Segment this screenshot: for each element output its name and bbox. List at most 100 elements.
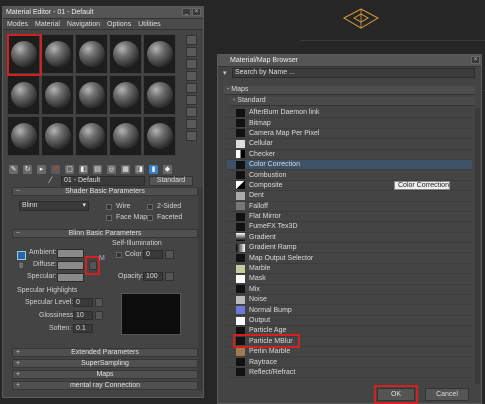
list-item[interactable]: Reflect/Refract (227, 368, 472, 379)
sample-slot[interactable] (7, 116, 40, 156)
sample-slot[interactable] (109, 34, 142, 74)
make-unique-icon[interactable]: ◧ (79, 164, 88, 174)
specular-level-field[interactable]: 0 (73, 298, 93, 307)
ambient-color-swatch[interactable] (57, 249, 84, 258)
menu-navigation[interactable]: Navigation (67, 21, 100, 28)
glossiness-map-button[interactable] (95, 311, 103, 320)
diffuse-color-swatch[interactable] (57, 261, 84, 270)
list-item[interactable]: Falloff (227, 202, 472, 212)
make-copy-icon[interactable]: ▢ (65, 164, 74, 174)
material-navigator-icon[interactable] (186, 131, 197, 141)
cancel-button[interactable]: Cancel (425, 388, 469, 401)
background-icon[interactable] (186, 59, 197, 69)
lock-ambient-diffuse-icon[interactable] (17, 251, 26, 260)
opacity-field[interactable]: 100 (143, 272, 163, 281)
go-to-parent-icon[interactable]: ▮ (149, 164, 158, 174)
maps-rollout[interactable]: + Maps (12, 370, 198, 379)
put-to-library-icon[interactable]: ▤ (93, 164, 102, 174)
minimize-button[interactable]: _ (182, 8, 191, 16)
sample-slot[interactable] (41, 75, 74, 115)
sample-slot[interactable] (109, 75, 142, 115)
reset-map-icon[interactable]: ✕ (51, 164, 60, 174)
list-item[interactable]: Bitmap (227, 118, 472, 129)
opacity-map-button[interactable] (165, 272, 174, 281)
shader-basic-rollout-header[interactable]: − Shader Basic Parameters (12, 187, 198, 196)
material-type-button[interactable]: Standard (149, 176, 193, 186)
browser-search-input[interactable]: Search by Name ... (232, 68, 475, 78)
list-item[interactable]: Mask (227, 274, 472, 285)
sample-type-icon[interactable] (186, 35, 197, 45)
get-material-icon[interactable]: ✎ (9, 164, 18, 174)
sample-slot[interactable] (75, 75, 108, 115)
show-end-result-icon[interactable]: ◨ (135, 164, 144, 174)
list-item[interactable]: Dent (227, 191, 472, 202)
blinn-basic-rollout-header[interactable]: − Blinn Basic Parameters (12, 229, 198, 238)
options-icon[interactable] (186, 107, 197, 117)
extended-parameters-rollout[interactable]: + Extended Parameters (12, 348, 198, 357)
show-map-icon[interactable]: ▦ (121, 164, 130, 174)
list-item[interactable]: Perlin Marble (227, 347, 472, 358)
uv-tiling-icon[interactable] (186, 71, 197, 81)
wire-checkbox[interactable] (106, 204, 112, 210)
list-item[interactable]: Checker (227, 150, 472, 160)
menu-options[interactable]: Options (107, 21, 131, 28)
list-item-selected[interactable]: Color Correction (227, 159, 472, 171)
sample-slot[interactable] (109, 116, 142, 156)
list-item[interactable]: Map Output Selector (227, 253, 472, 264)
list-item[interactable]: FumeFX Tex3D (227, 222, 472, 233)
list-item[interactable]: Gradient Ramp (227, 243, 472, 254)
soften-field[interactable]: 0.1 (73, 324, 93, 333)
list-item[interactable]: Noise (227, 295, 472, 306)
list-item[interactable]: Gradient (227, 233, 472, 244)
material-editor-titlebar[interactable]: Material Editor - 01 - Default (3, 7, 203, 19)
browser-titlebar[interactable]: Material/Map Browser (218, 55, 481, 67)
light-object-icon[interactable] (340, 6, 382, 32)
browser-close-button[interactable]: × (471, 56, 480, 64)
sample-slot[interactable] (75, 116, 108, 156)
list-item[interactable]: Normal Bump (227, 305, 472, 316)
menu-material[interactable]: Material (35, 21, 60, 28)
list-item[interactable]: Combustion (227, 170, 472, 181)
video-color-check-icon[interactable] (186, 83, 197, 93)
list-item[interactable]: Flat Mirror (227, 212, 472, 223)
sample-slot[interactable] (41, 116, 74, 156)
map-lock-icon[interactable]: M (99, 255, 105, 262)
specular-color-swatch[interactable] (57, 273, 84, 282)
assign-to-selection-icon[interactable]: ▸ (37, 164, 46, 174)
sample-slot[interactable] (143, 116, 176, 156)
sample-slot[interactable] (41, 34, 74, 74)
material-name-field[interactable]: 01 - Default (61, 176, 145, 186)
two-sided-checkbox[interactable] (147, 204, 153, 210)
supersampling-rollout[interactable]: + SuperSampling (12, 359, 198, 368)
glossiness-field[interactable]: 10 (73, 311, 93, 320)
sample-slot[interactable] (7, 75, 40, 115)
self-illum-color-checkbox[interactable] (116, 252, 122, 258)
specular-level-map-button[interactable] (95, 298, 103, 307)
shader-dropdown[interactable]: Blinn ▾ (19, 201, 89, 211)
list-item[interactable]: Marble (227, 264, 472, 275)
browser-scrollbar[interactable] (475, 108, 480, 384)
self-illum-map-button[interactable] (165, 250, 174, 259)
face-map-checkbox[interactable] (106, 215, 112, 221)
select-by-material-icon[interactable] (186, 119, 197, 129)
material-editor-scrollbar[interactable] (198, 187, 203, 391)
self-illum-value-field[interactable]: 0 (143, 250, 163, 259)
make-preview-icon[interactable] (186, 95, 197, 105)
sample-slot[interactable] (143, 34, 176, 74)
browser-options-icon[interactable]: ▾ (223, 69, 231, 77)
go-forward-sibling-icon[interactable]: ◆ (163, 164, 172, 174)
list-item[interactable]: Mix (227, 285, 472, 296)
list-item[interactable]: Camera Map Per Pixel (227, 129, 472, 140)
lock-diffuse-specular-icon[interactable]: ⌷ (19, 263, 23, 271)
put-to-scene-icon[interactable]: ↻ (23, 164, 32, 174)
standard-group-header[interactable]: - Standard (230, 97, 475, 106)
list-item[interactable]: Output (227, 316, 472, 327)
sample-slot[interactable] (75, 34, 108, 74)
backlight-icon[interactable] (186, 47, 197, 57)
maps-group-header[interactable]: - Maps (224, 86, 475, 95)
pick-material-icon[interactable]: ⁄ (50, 175, 52, 185)
close-button[interactable]: × (192, 8, 201, 16)
sample-slot[interactable] (143, 75, 176, 115)
menu-utilities[interactable]: Utilities (138, 21, 161, 28)
list-item[interactable]: Raytrace (227, 357, 472, 368)
